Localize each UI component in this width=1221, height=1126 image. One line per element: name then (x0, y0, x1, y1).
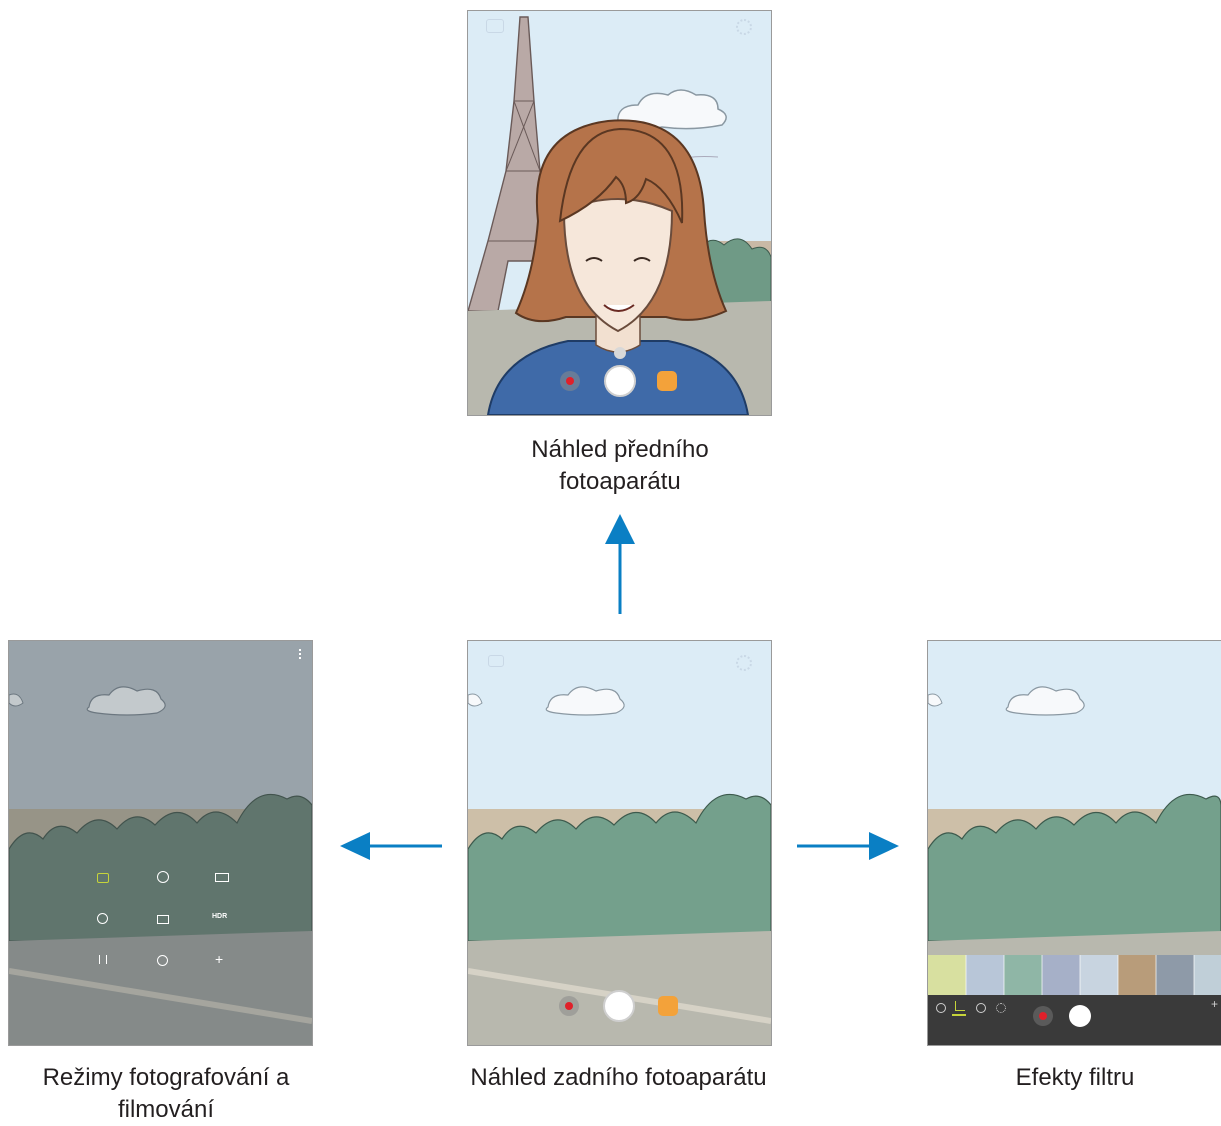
filter-tab-icon[interactable] (955, 1001, 965, 1011)
virtual-shot-mode-icon[interactable] (157, 955, 168, 966)
auto-mode-icon[interactable] (97, 873, 109, 883)
arrow-up-icon (605, 514, 635, 614)
rear-camera-preview (467, 640, 772, 1046)
shooting-modes-screen: HDR + (8, 640, 313, 1046)
modes-caption: Režimy fotografování a filmování (8, 1062, 324, 1126)
settings-gear-icon[interactable] (736, 655, 752, 671)
pro-mode-icon[interactable] (157, 871, 169, 883)
food-mode-icon[interactable] (99, 955, 107, 964)
beauty-face-icon[interactable] (976, 1003, 986, 1013)
modes-caption-line-1: Režimy fotografování a (42, 1064, 290, 1091)
front-caption-line-2: fotoaparátu (559, 468, 681, 495)
front-caption-line-1: Náhled předního (531, 436, 709, 463)
settings-gear-icon[interactable] (736, 19, 752, 35)
hdr-mode-icon[interactable]: HDR (212, 913, 227, 920)
switch-camera-icon[interactable] (488, 655, 504, 667)
download-filter-icon[interactable]: + (1211, 997, 1218, 1011)
rear-camera-caption: Náhled zadního fotoaparátu (470, 1064, 767, 1091)
more-options-icon[interactable] (299, 649, 303, 659)
filter-tab-underline (952, 1014, 966, 1016)
timer-icon[interactable] (936, 1003, 946, 1013)
panorama-shot-mode-icon[interactable] (157, 915, 169, 924)
filter-settings-icon[interactable] (996, 1003, 1006, 1013)
switch-camera-icon[interactable] (486, 19, 504, 33)
download-mode-icon[interactable]: + (215, 951, 223, 967)
front-camera-preview (467, 10, 772, 416)
arrow-right-icon (797, 832, 899, 860)
filter-effects-screen: + (927, 640, 1221, 1046)
arrow-left-icon (340, 832, 442, 860)
continuous-shot-mode-icon[interactable] (97, 913, 108, 924)
modes-caption-line-2: filmování (117, 1096, 215, 1123)
front-camera-caption: Náhled předního fotoaparátu (460, 434, 780, 498)
filter-effects-caption: Efekty filtru (1015, 1064, 1135, 1091)
panorama-mode-icon[interactable] (215, 873, 229, 882)
